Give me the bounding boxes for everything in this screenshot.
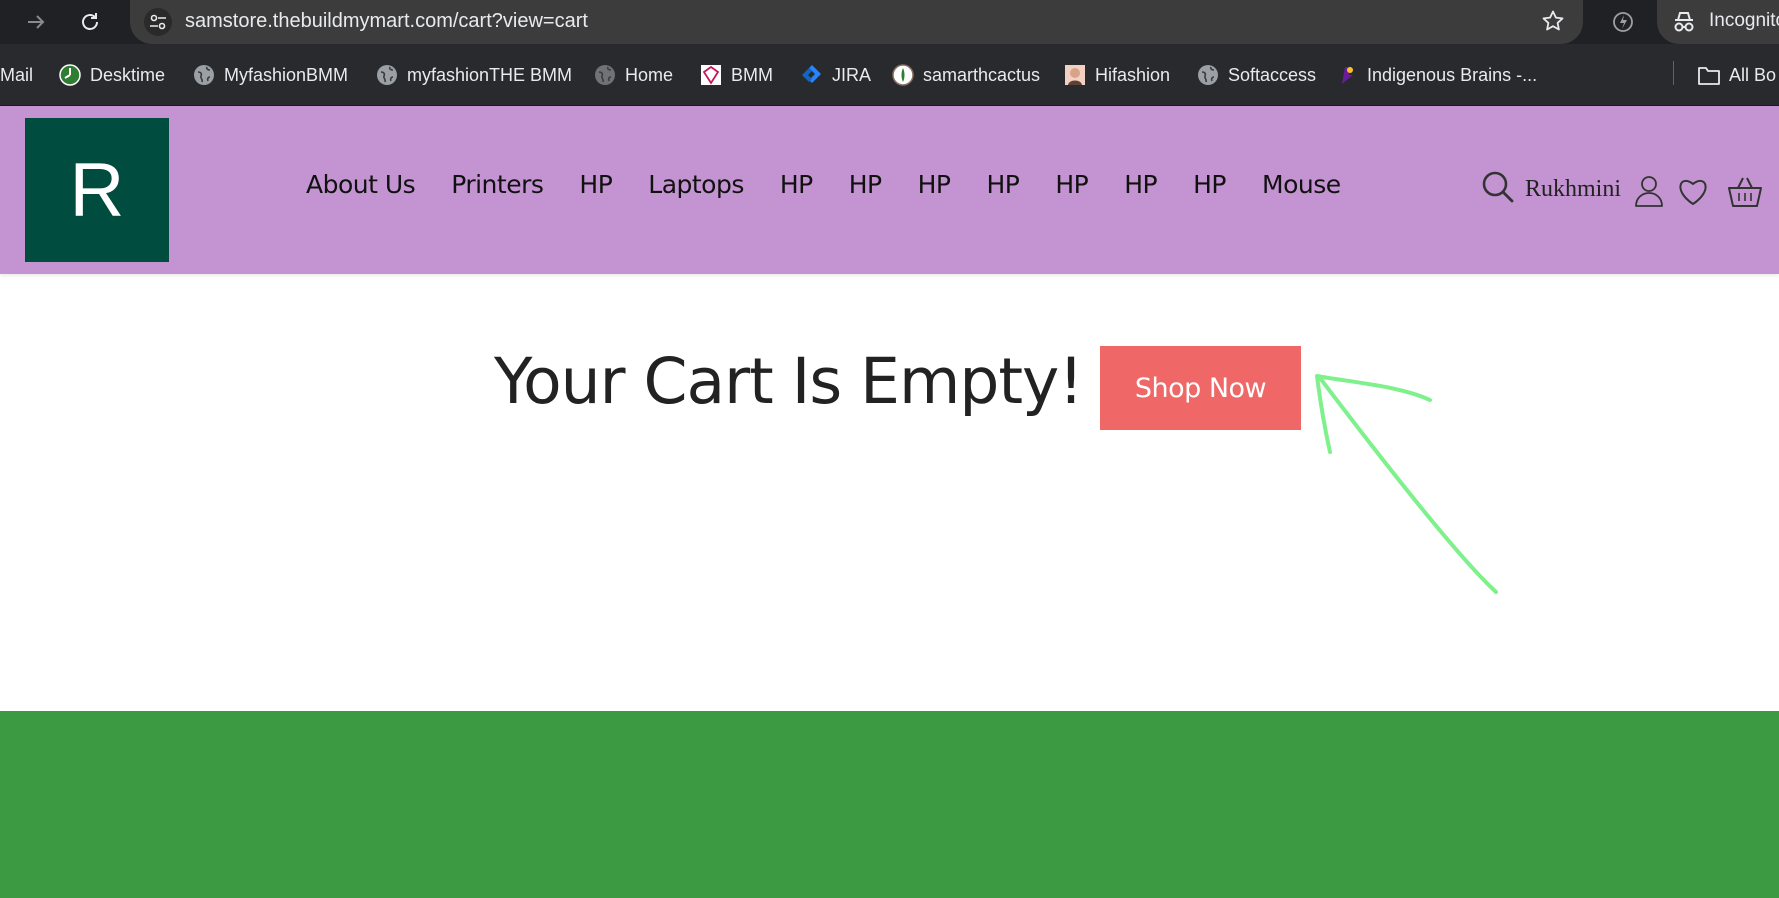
nav-hp[interactable]: HP [1193, 170, 1226, 199]
nav-printers[interactable]: Printers [451, 170, 544, 199]
bookmark-label: Desktime [90, 64, 166, 85]
bookmarks-divider [1673, 61, 1674, 85]
bookmark-myfashionbmm[interactable]: MyfashionBMM [192, 60, 348, 90]
cactus-icon [891, 63, 915, 87]
bookmark-label: Home [625, 64, 674, 85]
main-nav: About Us Printers HP Laptops HP HP HP HP… [306, 170, 1377, 199]
globe-icon [375, 63, 399, 87]
performance-icon[interactable] [1607, 6, 1639, 38]
all-bookmarks[interactable]: All Bo [1697, 60, 1776, 90]
bookmark-mail[interactable]: Mail [0, 60, 33, 90]
site-settings-icon[interactable] [144, 8, 172, 36]
bookmark-label: JIRA [832, 64, 872, 85]
globe-icon [1196, 63, 1220, 87]
bookmark-home[interactable]: Home [593, 60, 673, 90]
cart-empty-title: Your Cart Is Empty! [494, 345, 1084, 418]
site-header: R About Us Printers HP Laptops HP HP HP … [0, 106, 1779, 274]
forward-arrow-icon[interactable] [20, 6, 52, 38]
bookmark-label: Hifashion [1095, 64, 1171, 85]
annotation-arrow [1315, 374, 1498, 594]
nav-laptops[interactable]: Laptops [648, 170, 744, 199]
incognito-indicator[interactable]: Incognito [1657, 0, 1779, 44]
bookmark-desktime[interactable]: Desktime [58, 60, 165, 90]
nav-hp[interactable]: HP [987, 170, 1020, 199]
bookmark-softaccess[interactable]: Softaccess [1196, 60, 1316, 90]
bmm-icon [699, 63, 723, 87]
shop-now-button[interactable]: Shop Now [1100, 346, 1301, 430]
heart-icon[interactable] [1676, 176, 1710, 211]
address-bar[interactable]: samstore.thebuildmymart.com/cart?view=ca… [130, 0, 1583, 44]
store-logo[interactable]: R [25, 118, 169, 262]
nav-hp[interactable]: HP [918, 170, 951, 199]
globe-icon [593, 63, 617, 87]
incognito-label: Incognito [1709, 10, 1779, 31]
nav-about-us[interactable]: About Us [306, 170, 416, 199]
nav-hp[interactable]: HP [1124, 170, 1157, 199]
bookmark-label: Indigenous Brains -... [1367, 64, 1538, 85]
bookmark-label: samarthcactus [923, 64, 1041, 85]
bookmark-myfashionthebmm[interactable]: myfashionTHE BMM [375, 60, 572, 90]
bookmark-label: Softaccess [1228, 64, 1317, 85]
bookmark-hifashion[interactable]: Hifashion [1063, 60, 1170, 90]
nav-hp[interactable]: HP [849, 170, 882, 199]
globe-icon [192, 63, 216, 87]
bookmark-bmm[interactable]: BMM [699, 60, 773, 90]
footer-band [0, 711, 1779, 898]
reload-icon[interactable] [74, 6, 106, 38]
browser-toolbar: samstore.thebuildmymart.com/cart?view=ca… [0, 0, 1779, 44]
nav-hp[interactable]: HP [1055, 170, 1088, 199]
bookmark-label: MyfashionBMM [224, 64, 349, 85]
hifashion-icon [1063, 63, 1087, 87]
user-account-icon[interactable] [1633, 174, 1665, 213]
bookmark-jira[interactable]: JIRA [800, 60, 871, 90]
all-bookmarks-label: All Bo [1729, 64, 1777, 85]
indigenous-icon [1335, 63, 1359, 87]
desktime-icon [58, 63, 82, 87]
nav-mouse[interactable]: Mouse [1262, 170, 1341, 199]
incognito-icon [1671, 10, 1697, 39]
bookmark-label: myfashionTHE BMM [407, 64, 573, 85]
folder-icon [1697, 63, 1721, 87]
bookmark-star-icon[interactable] [1541, 9, 1565, 38]
basket-icon[interactable] [1727, 176, 1763, 213]
bookmark-label: BMM [731, 64, 773, 85]
bookmark-label: Mail [0, 64, 34, 85]
search-icon[interactable] [1481, 170, 1515, 209]
jira-icon [800, 63, 824, 87]
bookmark-samarthcactus[interactable]: samarthcactus [891, 60, 1040, 90]
url-text[interactable]: samstore.thebuildmymart.com/cart?view=ca… [185, 10, 588, 33]
nav-hp[interactable]: HP [579, 170, 612, 199]
username-label[interactable]: Rukhmini [1525, 176, 1621, 203]
nav-hp[interactable]: HP [780, 170, 813, 199]
bookmark-indigenous-brains[interactable]: Indigenous Brains -... [1335, 60, 1537, 90]
